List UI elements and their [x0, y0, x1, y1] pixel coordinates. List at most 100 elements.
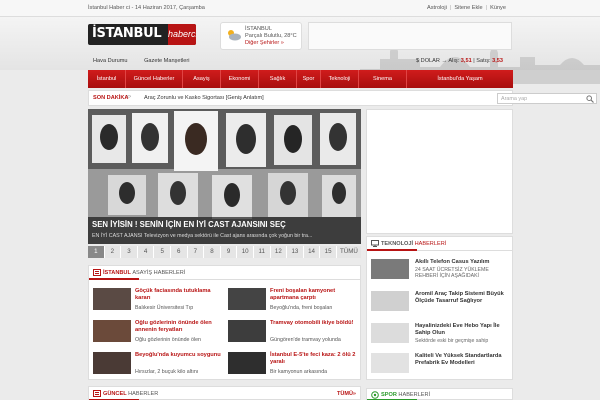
other-cities-link[interactable]: Diğer Şehirler » [245, 40, 284, 46]
breaking-headline[interactable]: Araç Zorunlu ve Kasko Sigortası [Geniş A… [144, 95, 264, 101]
spor-title-rest: HABERLERİ [398, 392, 431, 398]
arrow-left-icon[interactable]: ‹› [127, 94, 131, 100]
pager-item[interactable]: 7 [188, 246, 205, 258]
slider-description: EN İYİ CAST AJANSI Televizyon ve medya s… [92, 233, 313, 239]
top-links: Astroloji | Sitene Ekle | Künye [424, 5, 509, 11]
pager-item[interactable]: 10 [237, 246, 254, 258]
nav-guncel[interactable]: Güncel Haberler [126, 70, 183, 88]
breaking-news-bar: SON DAKİKA ‹› Araç Zorunlu ve Kasko Sigo… [88, 90, 597, 106]
pager-item[interactable]: 9 [221, 246, 238, 258]
weather-forecast: Parçalı Bulutlu, 28°C [245, 33, 297, 39]
sitene-ekle-link[interactable]: Sitene Ekle [451, 5, 485, 11]
news-thumbnail[interactable] [228, 320, 266, 342]
sell-label: Satış: [476, 58, 491, 64]
breaking-label: SON DAKİKA [93, 95, 129, 101]
news-headline[interactable]: Hayalinizdeki Eve Hebo Yapı İle Sahip Ol… [415, 323, 511, 337]
teknoloji-news-box: TEKNOLOJİ HABERLERİ Akıllı Telefon Casus… [366, 236, 513, 380]
news-item[interactable]: Freni boşalan kamyonet apartmana çarptı … [228, 288, 358, 315]
nav-ekonomi[interactable]: Ekonomi [221, 70, 259, 88]
headline-slider[interactable]: SEN İYİSİN ! SENİN İÇİN EN İYİ CAST AJAN… [88, 109, 361, 244]
pager-item[interactable]: 1 [88, 246, 105, 258]
pager-item[interactable]: 13 [287, 246, 304, 258]
news-headline[interactable]: Aromil Araç Takip Sistemi Büyük Ölçüde T… [415, 291, 511, 305]
slider-title[interactable]: SEN İYİSİN ! SENİN İÇİN EN İYİ CAST AJAN… [92, 220, 286, 229]
search-input[interactable]: Arama yap [501, 96, 527, 102]
news-icon [93, 390, 101, 397]
monitor-icon [371, 240, 379, 247]
search-box[interactable]: Arama yap [497, 93, 597, 104]
tech-news-item[interactable]: Kaliteli Ve Yüksek Standartlarda Prefabr… [371, 353, 509, 379]
guncel-more-link[interactable]: TÜMÜ» [337, 391, 356, 397]
tech-news-item[interactable]: Aromil Araç Takip Sistemi Büyük Ölçüde T… [371, 291, 509, 317]
news-headline[interactable]: Oğlu gözlerinin önünde ölen annenin fery… [135, 320, 225, 334]
teknoloji-box-header: TEKNOLOJİ HABERLERİ [367, 237, 512, 251]
pager-item[interactable]: 3 [121, 246, 138, 258]
news-item[interactable]: Göçük faciasında tutuklama kararı Balıke… [93, 288, 223, 315]
nav-spor[interactable]: Spor [297, 70, 321, 88]
weather-widget: İSTANBUL Parçalı Bulutlu, 28°C Diğer Şeh… [220, 22, 302, 50]
news-thumbnail[interactable] [93, 288, 131, 310]
news-headline[interactable]: Tramvay otomobili ikiye böldü! [270, 320, 360, 327]
kunye-link[interactable]: Künye [487, 5, 509, 11]
astroloji-link[interactable]: Astroloji [424, 5, 450, 11]
news-thumbnail[interactable] [228, 352, 266, 374]
spor-news-box: SPOR HABERLERİ [366, 388, 513, 400]
pager-item[interactable]: 4 [138, 246, 155, 258]
pager-item[interactable]: 14 [304, 246, 321, 258]
news-icon [93, 269, 101, 276]
news-headline[interactable]: Göçük faciasında tutuklama kararı [135, 288, 225, 302]
sell-value: 3,53 [492, 58, 504, 64]
header-ad-box [308, 22, 512, 50]
tech-news-item[interactable]: Akıllı Telefon Casus Yazılım 24 SAAT ÜCR… [371, 259, 509, 285]
pager-item[interactable]: 2 [105, 246, 122, 258]
pager-item[interactable]: 11 [254, 246, 271, 258]
pager-item[interactable]: 6 [171, 246, 188, 258]
pager-all-button[interactable]: TÜMÜ [337, 246, 361, 258]
news-headline[interactable]: Kaliteli Ve Yüksek Standartlarda Prefabr… [415, 353, 511, 367]
news-summary: 24 SAAT ÜCRETSİZ YÜKLEME REHBERİ İÇİN AŞ… [415, 267, 489, 279]
nav-istanbulda-yasam[interactable]: İstanbul'da Yaşam [407, 70, 513, 88]
news-thumbnail[interactable] [371, 353, 409, 373]
guncel-title-rest: HABERLER [128, 391, 159, 397]
news-summary: Oğlu gözlerinin önünde ölen [135, 337, 201, 343]
news-item[interactable]: Oğlu gözlerinin önünde ölen annenin fery… [93, 320, 223, 347]
news-thumbnail[interactable] [371, 323, 409, 343]
news-thumbnail[interactable] [93, 320, 131, 342]
asayis-title-rest: ASAYİŞ HABERLERİ [132, 270, 186, 276]
news-item[interactable]: Tramvay otomobili ikiye böldü! Güngören'… [228, 320, 358, 347]
spor-title-prefix: SPOR [381, 392, 397, 398]
news-item[interactable]: Beyoğlu'nda kuyumcu soygunu Hırsızlar, 2… [93, 352, 223, 379]
right-ad-box [366, 109, 513, 234]
pager-item[interactable]: 15 [320, 246, 337, 258]
news-thumbnail[interactable] [371, 291, 409, 311]
tech-news-item[interactable]: Hayalinizdeki Eve Hebo Yapı İle Sahip Ol… [371, 323, 509, 349]
newspaper-headlines-link[interactable]: Gazete Manşetleri [144, 58, 189, 64]
nav-sinema[interactable]: Sinema [359, 70, 407, 88]
sub-nav: Hava Durumu Gazete Manşetleri [88, 58, 199, 64]
guncel-box-title: GÜNCEL HABERLER [103, 391, 158, 397]
nav-saglik[interactable]: Sağlık [259, 70, 297, 88]
news-item[interactable]: İstanbul E-5'te feci kaza: 2 ölü 2 yaral… [228, 352, 358, 379]
news-thumbnail[interactable] [228, 288, 266, 310]
pager-item[interactable]: 8 [204, 246, 221, 258]
news-headline[interactable]: Akıllı Telefon Casus Yazılım [415, 259, 511, 266]
slider-caption: SEN İYİSİN ! SENİN İÇİN EN İYİ CAST AJAN… [88, 217, 361, 244]
news-headline[interactable]: İstanbul E-5'te feci kaza: 2 ölü 2 yaral… [270, 352, 360, 366]
nav-asayis[interactable]: Asayiş [183, 70, 221, 88]
site-logo[interactable]: İSTANBUL haberci [88, 24, 196, 45]
news-headline[interactable]: Freni boşalan kamyonet apartmana çarptı [270, 288, 360, 302]
pager-item[interactable]: 12 [271, 246, 288, 258]
cloud-sun-icon [228, 30, 241, 41]
slider-pager: 1 2 3 4 5 6 7 8 9 10 11 12 13 14 15 TÜMÜ [88, 246, 361, 258]
date-text: İstanbul Haber ci - 14 Haziran 2017, Çar… [88, 5, 205, 11]
nav-teknoloji[interactable]: Teknoloji [321, 70, 359, 88]
pager-item[interactable]: 5 [154, 246, 171, 258]
news-summary: Beyoğlu'nda, freni boşalan [270, 305, 333, 311]
search-icon[interactable] [586, 95, 594, 103]
asayis-title-prefix: İSTANBUL [103, 270, 131, 276]
weather-link[interactable]: Hava Durumu [93, 58, 128, 64]
nav-istanbul[interactable]: İstanbul [88, 70, 126, 88]
news-thumbnail[interactable] [93, 352, 131, 374]
news-headline[interactable]: Beyoğlu'nda kuyumcu soygunu [135, 352, 225, 359]
news-thumbnail[interactable] [371, 259, 409, 279]
